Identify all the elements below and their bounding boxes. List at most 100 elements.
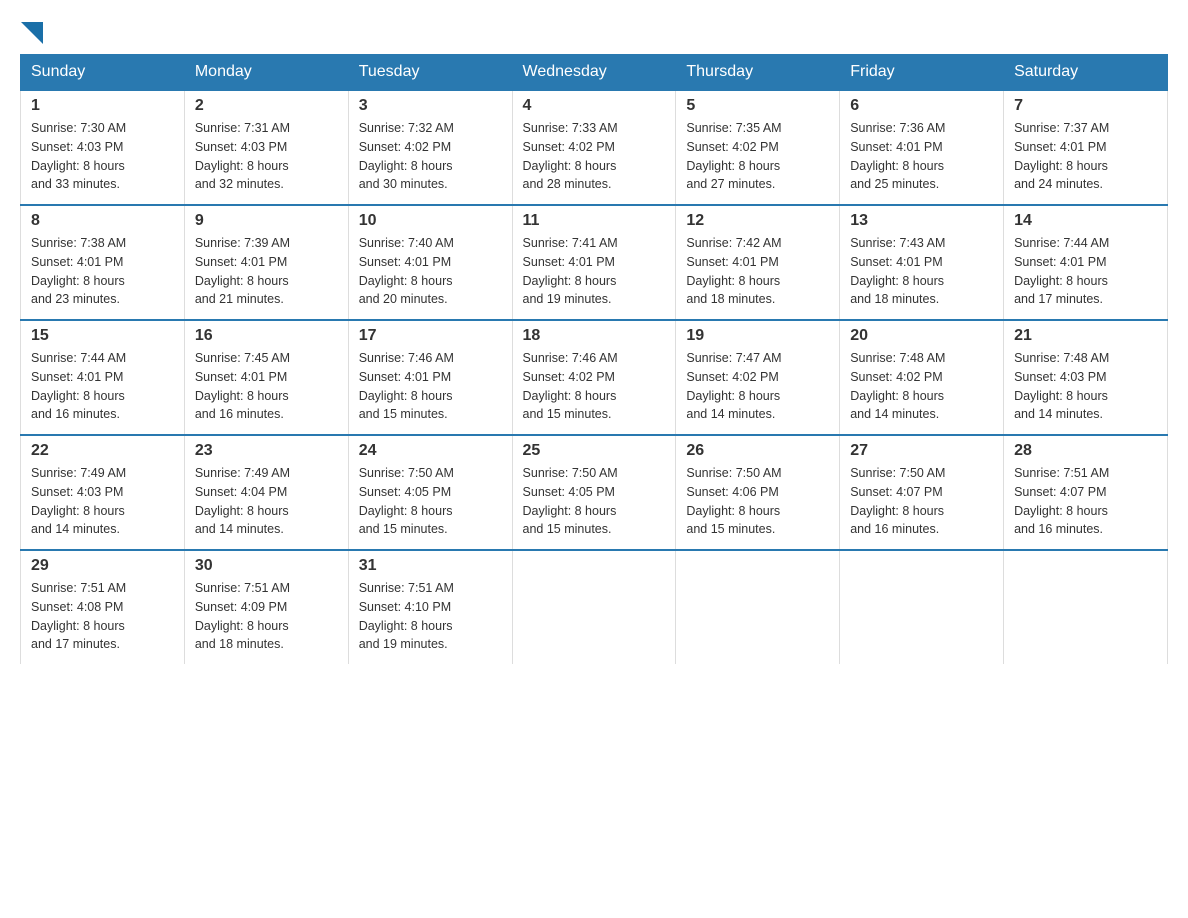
weekday-header-thursday: Thursday xyxy=(676,55,840,91)
calendar-cell: 29 Sunrise: 7:51 AM Sunset: 4:08 PM Dayl… xyxy=(21,550,185,664)
weekday-header-sunday: Sunday xyxy=(21,55,185,91)
calendar-cell: 19 Sunrise: 7:47 AM Sunset: 4:02 PM Dayl… xyxy=(676,320,840,435)
calendar-cell: 10 Sunrise: 7:40 AM Sunset: 4:01 PM Dayl… xyxy=(348,205,512,320)
day-info: Sunrise: 7:37 AM Sunset: 4:01 PM Dayligh… xyxy=(1014,119,1157,194)
page-header xyxy=(20,20,1168,44)
calendar-cell: 16 Sunrise: 7:45 AM Sunset: 4:01 PM Dayl… xyxy=(184,320,348,435)
calendar-week-row: 22 Sunrise: 7:49 AM Sunset: 4:03 PM Dayl… xyxy=(21,435,1168,550)
calendar-cell: 26 Sunrise: 7:50 AM Sunset: 4:06 PM Dayl… xyxy=(676,435,840,550)
day-number: 17 xyxy=(359,327,502,345)
calendar-cell: 6 Sunrise: 7:36 AM Sunset: 4:01 PM Dayli… xyxy=(840,90,1004,205)
day-number: 30 xyxy=(195,557,338,575)
day-number: 22 xyxy=(31,442,174,460)
calendar-week-row: 8 Sunrise: 7:38 AM Sunset: 4:01 PM Dayli… xyxy=(21,205,1168,320)
day-info: Sunrise: 7:32 AM Sunset: 4:02 PM Dayligh… xyxy=(359,119,502,194)
day-number: 28 xyxy=(1014,442,1157,460)
calendar-header-row: SundayMondayTuesdayWednesdayThursdayFrid… xyxy=(21,55,1168,91)
day-info: Sunrise: 7:51 AM Sunset: 4:10 PM Dayligh… xyxy=(359,579,502,654)
day-info: Sunrise: 7:49 AM Sunset: 4:03 PM Dayligh… xyxy=(31,464,174,539)
day-number: 14 xyxy=(1014,212,1157,230)
calendar-cell: 4 Sunrise: 7:33 AM Sunset: 4:02 PM Dayli… xyxy=(512,90,676,205)
day-info: Sunrise: 7:42 AM Sunset: 4:01 PM Dayligh… xyxy=(686,234,829,309)
calendar-week-row: 29 Sunrise: 7:51 AM Sunset: 4:08 PM Dayl… xyxy=(21,550,1168,664)
day-info: Sunrise: 7:48 AM Sunset: 4:02 PM Dayligh… xyxy=(850,349,993,424)
calendar-cell: 23 Sunrise: 7:49 AM Sunset: 4:04 PM Dayl… xyxy=(184,435,348,550)
day-number: 6 xyxy=(850,97,993,115)
day-info: Sunrise: 7:35 AM Sunset: 4:02 PM Dayligh… xyxy=(686,119,829,194)
calendar-table: SundayMondayTuesdayWednesdayThursdayFrid… xyxy=(20,54,1168,664)
day-info: Sunrise: 7:51 AM Sunset: 4:07 PM Dayligh… xyxy=(1014,464,1157,539)
calendar-cell xyxy=(676,550,840,664)
weekday-header-saturday: Saturday xyxy=(1004,55,1168,91)
day-number: 5 xyxy=(686,97,829,115)
day-number: 1 xyxy=(31,97,174,115)
day-info: Sunrise: 7:40 AM Sunset: 4:01 PM Dayligh… xyxy=(359,234,502,309)
day-number: 2 xyxy=(195,97,338,115)
day-info: Sunrise: 7:46 AM Sunset: 4:02 PM Dayligh… xyxy=(523,349,666,424)
day-info: Sunrise: 7:43 AM Sunset: 4:01 PM Dayligh… xyxy=(850,234,993,309)
day-number: 4 xyxy=(523,97,666,115)
calendar-cell: 27 Sunrise: 7:50 AM Sunset: 4:07 PM Dayl… xyxy=(840,435,1004,550)
day-info: Sunrise: 7:51 AM Sunset: 4:08 PM Dayligh… xyxy=(31,579,174,654)
day-number: 27 xyxy=(850,442,993,460)
day-number: 26 xyxy=(686,442,829,460)
calendar-week-row: 1 Sunrise: 7:30 AM Sunset: 4:03 PM Dayli… xyxy=(21,90,1168,205)
day-number: 31 xyxy=(359,557,502,575)
day-number: 7 xyxy=(1014,97,1157,115)
day-number: 24 xyxy=(359,442,502,460)
calendar-cell xyxy=(840,550,1004,664)
calendar-cell: 18 Sunrise: 7:46 AM Sunset: 4:02 PM Dayl… xyxy=(512,320,676,435)
day-info: Sunrise: 7:30 AM Sunset: 4:03 PM Dayligh… xyxy=(31,119,174,194)
day-number: 29 xyxy=(31,557,174,575)
weekday-header-friday: Friday xyxy=(840,55,1004,91)
day-info: Sunrise: 7:50 AM Sunset: 4:05 PM Dayligh… xyxy=(359,464,502,539)
day-number: 18 xyxy=(523,327,666,345)
day-number: 12 xyxy=(686,212,829,230)
day-info: Sunrise: 7:45 AM Sunset: 4:01 PM Dayligh… xyxy=(195,349,338,424)
day-number: 15 xyxy=(31,327,174,345)
day-info: Sunrise: 7:50 AM Sunset: 4:06 PM Dayligh… xyxy=(686,464,829,539)
calendar-cell: 5 Sunrise: 7:35 AM Sunset: 4:02 PM Dayli… xyxy=(676,90,840,205)
day-info: Sunrise: 7:36 AM Sunset: 4:01 PM Dayligh… xyxy=(850,119,993,194)
day-number: 25 xyxy=(523,442,666,460)
weekday-header-monday: Monday xyxy=(184,55,348,91)
calendar-cell xyxy=(512,550,676,664)
calendar-week-row: 15 Sunrise: 7:44 AM Sunset: 4:01 PM Dayl… xyxy=(21,320,1168,435)
day-info: Sunrise: 7:51 AM Sunset: 4:09 PM Dayligh… xyxy=(195,579,338,654)
day-info: Sunrise: 7:48 AM Sunset: 4:03 PM Dayligh… xyxy=(1014,349,1157,424)
day-number: 20 xyxy=(850,327,993,345)
day-info: Sunrise: 7:47 AM Sunset: 4:02 PM Dayligh… xyxy=(686,349,829,424)
calendar-cell xyxy=(1004,550,1168,664)
calendar-cell: 21 Sunrise: 7:48 AM Sunset: 4:03 PM Dayl… xyxy=(1004,320,1168,435)
calendar-cell: 2 Sunrise: 7:31 AM Sunset: 4:03 PM Dayli… xyxy=(184,90,348,205)
calendar-cell: 31 Sunrise: 7:51 AM Sunset: 4:10 PM Dayl… xyxy=(348,550,512,664)
calendar-cell: 20 Sunrise: 7:48 AM Sunset: 4:02 PM Dayl… xyxy=(840,320,1004,435)
logo xyxy=(20,20,43,44)
calendar-cell: 3 Sunrise: 7:32 AM Sunset: 4:02 PM Dayli… xyxy=(348,90,512,205)
calendar-cell: 30 Sunrise: 7:51 AM Sunset: 4:09 PM Dayl… xyxy=(184,550,348,664)
weekday-header-wednesday: Wednesday xyxy=(512,55,676,91)
day-number: 8 xyxy=(31,212,174,230)
day-info: Sunrise: 7:46 AM Sunset: 4:01 PM Dayligh… xyxy=(359,349,502,424)
day-number: 9 xyxy=(195,212,338,230)
weekday-header-tuesday: Tuesday xyxy=(348,55,512,91)
day-number: 16 xyxy=(195,327,338,345)
calendar-cell: 9 Sunrise: 7:39 AM Sunset: 4:01 PM Dayli… xyxy=(184,205,348,320)
calendar-cell: 8 Sunrise: 7:38 AM Sunset: 4:01 PM Dayli… xyxy=(21,205,185,320)
day-info: Sunrise: 7:44 AM Sunset: 4:01 PM Dayligh… xyxy=(31,349,174,424)
day-number: 10 xyxy=(359,212,502,230)
day-number: 13 xyxy=(850,212,993,230)
calendar-cell: 22 Sunrise: 7:49 AM Sunset: 4:03 PM Dayl… xyxy=(21,435,185,550)
day-info: Sunrise: 7:41 AM Sunset: 4:01 PM Dayligh… xyxy=(523,234,666,309)
calendar-cell: 1 Sunrise: 7:30 AM Sunset: 4:03 PM Dayli… xyxy=(21,90,185,205)
day-info: Sunrise: 7:44 AM Sunset: 4:01 PM Dayligh… xyxy=(1014,234,1157,309)
day-number: 23 xyxy=(195,442,338,460)
day-number: 3 xyxy=(359,97,502,115)
calendar-cell: 14 Sunrise: 7:44 AM Sunset: 4:01 PM Dayl… xyxy=(1004,205,1168,320)
day-number: 11 xyxy=(523,212,666,230)
calendar-cell: 17 Sunrise: 7:46 AM Sunset: 4:01 PM Dayl… xyxy=(348,320,512,435)
logo-triangle-icon xyxy=(21,22,43,44)
calendar-cell: 7 Sunrise: 7:37 AM Sunset: 4:01 PM Dayli… xyxy=(1004,90,1168,205)
day-info: Sunrise: 7:39 AM Sunset: 4:01 PM Dayligh… xyxy=(195,234,338,309)
day-info: Sunrise: 7:31 AM Sunset: 4:03 PM Dayligh… xyxy=(195,119,338,194)
